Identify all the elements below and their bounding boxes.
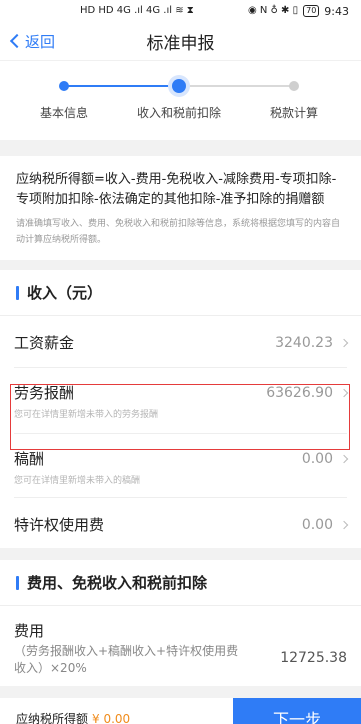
chevron-right-icon [339, 338, 349, 347]
step-label-tax-calc: 税款计算 [269, 106, 319, 120]
taxable-income-label: 应纳税所得额 [16, 712, 89, 724]
step-label-income: 收入和税前扣除 [136, 106, 222, 120]
step-dot-3 [289, 81, 299, 91]
status-left: HD HD 4G .ıl 4G .ıl ≋ ⧗ [80, 6, 194, 16]
income-row-royalty[interactable]: 稿酬 0.00 您可在详情里新增未带入的稿酬 [14, 434, 349, 498]
section-marker [16, 575, 19, 590]
salary-value: 3240.23 [275, 334, 333, 351]
income-section-title: 收入（元） [27, 284, 103, 302]
labor-value: 63626.90 [266, 384, 333, 401]
system-icons: ◉ N ♁ ✱ ▯ [247, 5, 299, 16]
royalty-hint: 您可在详情里新增未带入的稿酬 [14, 476, 141, 486]
income-row-salary[interactable]: 工资薪金 3240.23 [14, 316, 349, 368]
chevron-right-icon [339, 520, 349, 529]
fee-value: 12725.38 [280, 650, 347, 666]
formula-note: 请准确填写收入、费用、免税收入和税前扣除等信息，系统将根据您填写的内容自动计算应… [16, 219, 341, 245]
franchise-value: 0.00 [301, 516, 333, 533]
step-dot-2 [172, 79, 186, 93]
income-row-franchise[interactable]: 特许权使用费 0.00 [14, 498, 349, 548]
formula-text: 应纳税所得额=收入-费用-免税收入-减除费用-专项扣除-专项附加扣除-依法确定的… [16, 172, 337, 207]
labor-hint: 您可在详情里新增未带入的劳务报酬 [14, 410, 159, 420]
next-button[interactable]: 下一步 [233, 698, 361, 724]
clock: 9:43 [324, 4, 349, 18]
royalty-value: 0.00 [301, 450, 333, 467]
salary-label: 工资薪金 [14, 334, 75, 352]
chevron-right-icon [339, 388, 349, 397]
back-label: 返回 [25, 32, 56, 51]
back-button[interactable]: 返回 [6, 22, 55, 60]
expense-section-header: 费用、免税收入和税前扣除 [0, 560, 361, 606]
step-line-done [64, 85, 179, 87]
labor-label: 劳务报酬 [14, 384, 75, 402]
step-label-basic-info: 基本信息 [39, 106, 89, 120]
tax-summary: 应纳税所得额 ¥ 0.00 [16, 710, 130, 724]
screen: HD HD 4G .ıl 4G .ıl ≋ ⧗ ◉ N ♁ ✱ ▯ 70 9:4… [0, 0, 361, 724]
status-bar: HD HD 4G .ıl 4G .ıl ≋ ⧗ ◉ N ♁ ✱ ▯ 70 9:4… [0, 0, 361, 22]
signal-icons: HD HD 4G .ıl 4G .ıl ≋ ⧗ [80, 5, 194, 16]
page-title: 标准申报 [146, 33, 215, 54]
franchise-label: 特许权使用费 [14, 516, 105, 534]
expense-section-title: 费用、免税收入和税前扣除 [27, 574, 208, 592]
bottom-bar: 应纳税所得额 ¥ 0.00 下一步 [0, 698, 361, 724]
expense-section: 费用、免税收入和税前扣除 费用 （劳务报酬收入+稿酬收入+特许权使用费收入）×2… [0, 560, 361, 686]
taxable-income-value: ¥ 0.00 [92, 712, 131, 724]
income-row-labor[interactable]: 劳务报酬 63626.90 您可在详情里新增未带入的劳务报酬 [14, 368, 349, 434]
fee-label: 费用 [14, 622, 45, 640]
royalty-label: 稿酬 [14, 450, 45, 468]
status-right: ◉ N ♁ ✱ ▯ 70 9:43 [248, 5, 349, 18]
income-section-header: 收入（元） [0, 270, 361, 316]
formula-panel: 应纳税所得额=收入-费用-免税收入-减除费用-专项扣除-专项附加扣除-依法确定的… [0, 156, 361, 260]
battery-icon: 70 [303, 5, 320, 17]
expense-row-fee[interactable]: 费用 （劳务报酬收入+稿酬收入+特许权使用费收入）×20% 12725.38 [14, 606, 347, 686]
nav-bar: 返回 标准申报 [0, 22, 361, 60]
step-progress: 基本信息 收入和税前扣除 税款计算 [0, 60, 361, 140]
chevron-right-icon [339, 454, 349, 463]
income-section: 收入（元） 工资薪金 3240.23 劳务报酬 63626.90 您可在详情里新… [0, 270, 361, 548]
step-dot-1 [59, 81, 69, 91]
section-marker [16, 285, 19, 300]
step-line-pending [179, 85, 294, 87]
chevron-left-icon [9, 33, 25, 49]
fee-desc: （劳务报酬收入+稿酬收入+特许权使用费收入）×20% [14, 644, 239, 675]
